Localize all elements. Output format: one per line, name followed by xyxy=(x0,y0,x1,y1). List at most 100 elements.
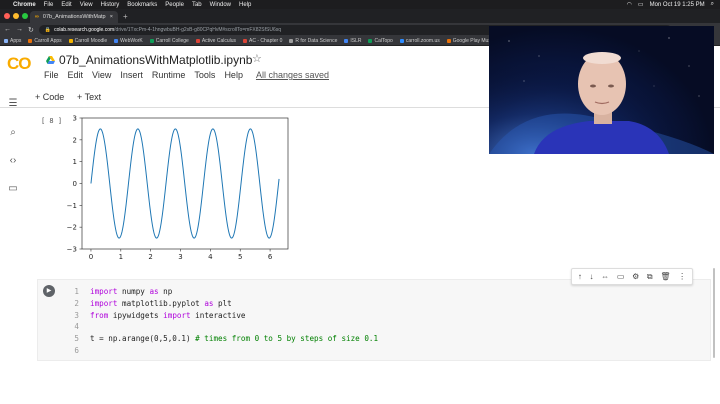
code-line[interactable]: 5 t = np.arange(0,5,0.1) # times from 0 t… xyxy=(62,333,378,345)
mirror-cell-icon[interactable]: ⧉ xyxy=(647,272,653,282)
forward-icon[interactable]: → xyxy=(16,26,23,33)
google-drive-icon xyxy=(46,56,55,64)
bookmark-item[interactable]: carroll.zoom.us xyxy=(399,38,440,44)
menu-view[interactable]: View xyxy=(80,2,93,8)
menu-tab[interactable]: Tab xyxy=(192,2,202,8)
nb-menu-help[interactable]: Help xyxy=(224,70,243,80)
bookmark-item[interactable]: Google Play Music xyxy=(446,38,494,44)
y-tick-label: −3 xyxy=(67,246,77,254)
scrollbar[interactable] xyxy=(711,268,717,358)
y-tick-label: 1 xyxy=(73,158,77,166)
zoom-window-icon[interactable] xyxy=(22,13,28,19)
add-code-button[interactable]: + Code xyxy=(35,92,64,102)
browser-tab[interactable]: ∞ 07b_AnimationsWithMatplotlib × xyxy=(30,11,118,23)
nb-menu-runtime[interactable]: Runtime xyxy=(152,70,186,80)
delete-icon[interactable]: 🗑 xyxy=(660,272,670,281)
nb-menu-insert[interactable]: Insert xyxy=(120,70,143,80)
bookmark-label: AC - Chapter 0 xyxy=(249,37,283,44)
lock-icon: 🔒 xyxy=(44,26,52,33)
menu-bookmarks[interactable]: Bookmarks xyxy=(127,2,157,8)
sine-series-line xyxy=(90,128,280,239)
menu-edit[interactable]: Edit xyxy=(61,2,71,8)
move-down-icon[interactable]: ↓ xyxy=(590,272,594,281)
code-line[interactable]: 1 import numpy as np xyxy=(62,286,378,298)
y-tick-label: 2 xyxy=(73,136,77,144)
bookmark-favicon-icon xyxy=(399,38,404,43)
save-status[interactable]: All changes saved xyxy=(256,70,329,80)
execution-count: [ 8 ] xyxy=(41,117,63,125)
menu-clock[interactable]: Mon Oct 19 1:25 PM xyxy=(650,2,705,8)
code-line[interactable]: 2 import matplotlib.pyplot as plt xyxy=(62,298,378,310)
x-tick-label: 5 xyxy=(238,253,242,261)
bookmark-item[interactable]: CalTopo xyxy=(368,38,393,44)
more-icon[interactable]: ⋮ xyxy=(678,272,686,281)
code-text: plt xyxy=(213,298,232,308)
menu-window[interactable]: Window xyxy=(210,2,231,8)
nb-menu-edit[interactable]: Edit xyxy=(68,70,84,80)
bookmark-favicon-icon xyxy=(149,38,154,43)
code-line[interactable]: 6 xyxy=(62,345,378,357)
y-tick-label: −1 xyxy=(67,202,77,210)
minimize-window-icon[interactable] xyxy=(13,13,19,19)
code-keyword: from xyxy=(90,310,109,320)
reload-icon[interactable]: ↻ xyxy=(28,26,34,34)
bookmark-favicon-icon xyxy=(4,38,8,43)
y-tick-label: 0 xyxy=(73,180,77,188)
code-keyword: as xyxy=(149,287,159,296)
table-of-contents-icon[interactable]: ☰ xyxy=(7,98,19,110)
new-tab-icon[interactable]: + xyxy=(123,12,128,21)
line-number: 1 xyxy=(74,287,79,296)
menu-help[interactable]: Help xyxy=(239,2,251,8)
notebook-title-area: 07b_AnimationsWithMatplotlib.ipynb xyxy=(46,53,252,67)
colab-logo[interactable]: CO xyxy=(7,54,31,74)
bookmark-item[interactable]: Apps xyxy=(4,38,21,44)
run-cell-button[interactable]: ▶ xyxy=(43,285,55,297)
close-window-icon[interactable] xyxy=(4,13,10,19)
search-icon[interactable]: ⌕ xyxy=(711,1,714,8)
bookmark-label: Carroll Apps xyxy=(34,37,62,44)
line-number: 5 xyxy=(74,334,79,344)
line-number: 6 xyxy=(74,345,79,355)
code-editor[interactable]: 1 import numpy as np 2 import matplotlib.py… xyxy=(62,286,378,357)
comment-icon[interactable]: ▭ xyxy=(617,272,625,281)
battery-icon[interactable]: ▭ xyxy=(638,1,644,8)
bookmark-label: ISLR xyxy=(350,37,362,44)
x-tick-label: 1 xyxy=(119,253,123,261)
code-line[interactable]: 4 xyxy=(62,321,378,333)
close-tab-icon[interactable]: × xyxy=(110,14,113,20)
menu-people[interactable]: People xyxy=(165,2,184,8)
bookmark-item[interactable]: Carroll Moodle xyxy=(68,38,107,44)
bookmark-item[interactable]: Carroll Apps xyxy=(28,37,62,44)
bookmark-item[interactable]: R for Data Science xyxy=(289,38,337,44)
add-text-button[interactable]: + Text xyxy=(77,92,101,102)
star-icon[interactable]: ☆ xyxy=(252,52,262,65)
colab-favicon-icon: ∞ xyxy=(35,14,39,20)
code-line[interactable]: 3 from ipywidgets import interactive xyxy=(62,310,378,322)
bookmark-item[interactable]: Active Calculus xyxy=(195,38,236,44)
code-text: ipywidgets xyxy=(108,310,164,320)
bookmark-favicon-icon xyxy=(114,38,119,43)
bookmark-item[interactable]: Carroll College xyxy=(149,38,189,44)
notebook-title[interactable]: 07b_AnimationsWithMatplotlib.ipynb xyxy=(59,53,252,67)
back-icon[interactable]: ← xyxy=(4,26,11,33)
wifi-icon[interactable]: ◠ xyxy=(627,1,632,8)
nb-menu-file[interactable]: File xyxy=(44,70,59,80)
code-snippets-icon[interactable]: ‹› xyxy=(7,155,19,167)
code-text: interactive xyxy=(190,310,246,320)
link-icon[interactable]: ⇔ xyxy=(601,272,609,281)
nb-menu-view[interactable]: View xyxy=(92,70,111,80)
menu-app-name[interactable]: Chrome xyxy=(13,2,36,8)
nb-menu-tools[interactable]: Tools xyxy=(194,70,215,80)
settings-icon[interactable]: ⚙ xyxy=(632,272,639,281)
bookmark-item[interactable]: AC - Chapter 0 xyxy=(243,38,282,44)
move-up-icon[interactable]: ↑ xyxy=(578,272,582,281)
bookmark-item[interactable]: ISLR xyxy=(344,38,361,44)
x-tick-label: 6 xyxy=(268,253,273,261)
search-icon[interactable]: ⌕ xyxy=(7,127,19,139)
menu-file[interactable]: File xyxy=(44,2,54,8)
line-number: 3 xyxy=(74,310,79,320)
menu-history[interactable]: History xyxy=(101,2,120,8)
bookmark-item[interactable]: WebWorK xyxy=(114,38,143,44)
line-number: 2 xyxy=(74,298,79,308)
files-folder-icon[interactable]: ▭ xyxy=(7,183,19,195)
